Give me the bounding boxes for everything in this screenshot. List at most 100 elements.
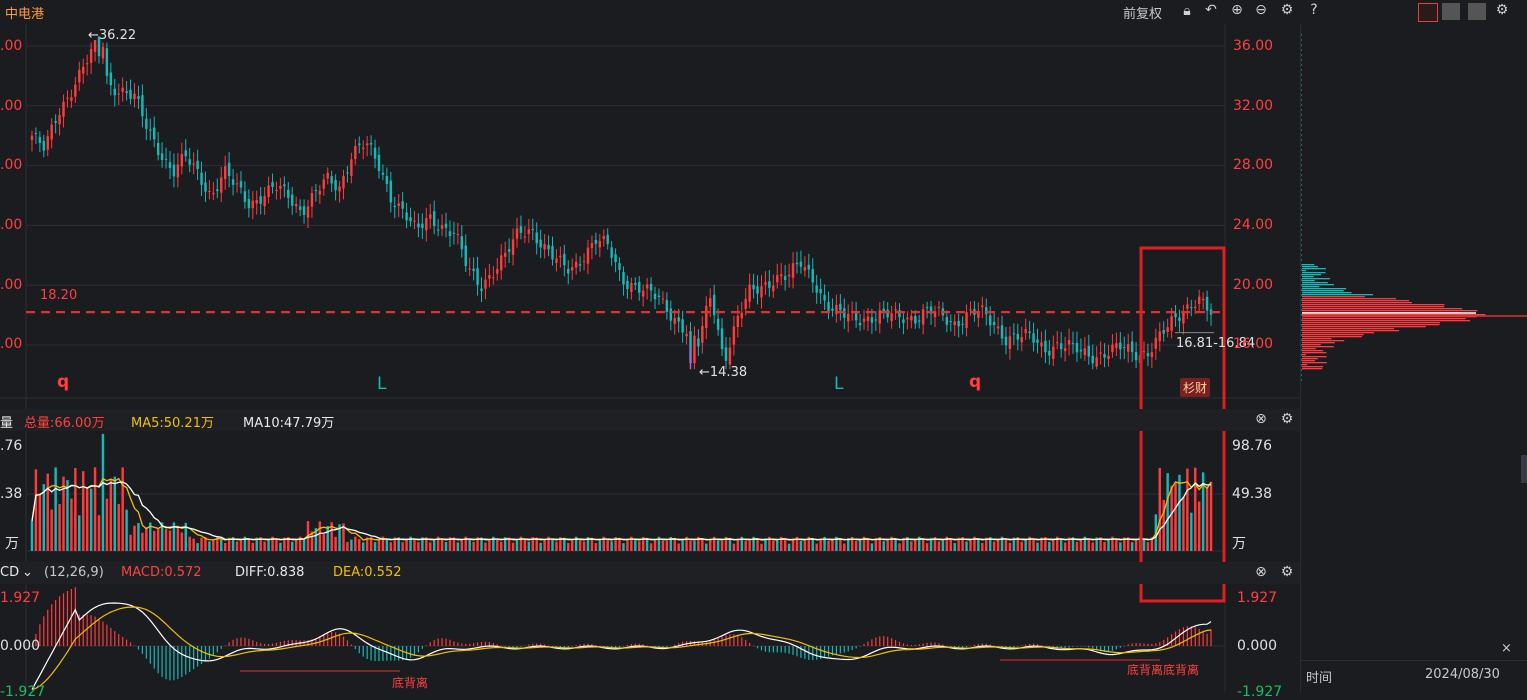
candle-body xyxy=(906,317,909,320)
macd-histogram-bar xyxy=(965,646,968,647)
candle-body xyxy=(50,124,53,140)
settings-icon[interactable]: ⚙ xyxy=(1493,2,1511,18)
volume-bar xyxy=(1209,481,1213,551)
volume-bar xyxy=(294,539,298,551)
zoom-out-icon[interactable]: ⊖ xyxy=(1252,2,1270,18)
macd-axis-tick: 1.927 xyxy=(1237,590,1278,606)
candle-body xyxy=(1000,325,1004,339)
volume-bar xyxy=(460,539,464,551)
candle-body xyxy=(910,315,913,321)
macd-histogram-bar xyxy=(421,646,423,649)
stock-title: 中电港 xyxy=(5,7,45,22)
macd-histogram-bar xyxy=(228,642,230,646)
volume-axis-tick: 49.38 xyxy=(1232,486,1273,502)
volume-bar xyxy=(220,538,223,551)
volume-bar xyxy=(133,525,136,551)
volume-bar xyxy=(949,538,952,551)
gear-icon[interactable]: ⚙ xyxy=(1278,564,1296,580)
volume-bar xyxy=(606,540,609,551)
macd-histogram-bar xyxy=(346,640,349,646)
close-icon[interactable]: ⊗ xyxy=(1252,564,1270,580)
gear-icon[interactable]: ⚙ xyxy=(1278,411,1296,427)
gear-icon[interactable]: ⚙ xyxy=(1278,2,1296,18)
candle-body xyxy=(46,136,49,150)
volume-bar xyxy=(783,538,787,551)
candle-body xyxy=(630,283,633,292)
volume-bar xyxy=(113,476,117,551)
volume-bar xyxy=(1004,538,1008,551)
candle-body xyxy=(484,279,487,289)
candle-body xyxy=(610,247,613,258)
volume-profile-bar xyxy=(1302,266,1318,268)
scrollbar-handle[interactable] xyxy=(1521,455,1527,483)
help-icon[interactable]: ? xyxy=(1305,2,1323,18)
volume-bar xyxy=(74,468,77,551)
macd-histogram-bar xyxy=(185,646,187,675)
macd-histogram-bar xyxy=(839,646,841,654)
volume-bar xyxy=(622,543,625,551)
candle-body xyxy=(1048,350,1051,356)
candle-body xyxy=(649,283,653,291)
chevron-down-icon[interactable]: ⌄ xyxy=(22,565,33,580)
macd-params[interactable]: (12,26,9) xyxy=(44,565,104,580)
volume-bar xyxy=(799,540,803,551)
layout-play-icon[interactable] xyxy=(1442,3,1460,20)
volume-bar xyxy=(720,540,724,551)
macd-histogram-bar xyxy=(764,646,767,652)
adjust-mode-button[interactable]: 前复权 xyxy=(1123,3,1162,22)
volume-profile-bar xyxy=(1302,360,1316,362)
candle-body xyxy=(1126,344,1130,352)
candle-body xyxy=(133,93,136,100)
candle-body xyxy=(496,269,499,274)
volume-bar xyxy=(472,541,475,551)
candle-body xyxy=(220,177,223,193)
candle-body xyxy=(1115,343,1118,348)
volume-profile-bar xyxy=(1302,350,1324,352)
macd-histogram-bar xyxy=(476,642,479,646)
candle-body xyxy=(618,263,621,270)
candle-body xyxy=(429,214,432,219)
close-icon[interactable]: ⊗ xyxy=(1252,411,1270,427)
layout-play-alt-icon[interactable] xyxy=(1468,3,1486,20)
candle-body xyxy=(720,328,724,350)
candle-body xyxy=(310,192,314,207)
candle-body xyxy=(160,153,164,161)
close-icon[interactable]: × xyxy=(1501,641,1512,656)
candle-body xyxy=(787,274,791,277)
candle-body xyxy=(1024,329,1027,334)
candle-body xyxy=(1170,316,1173,331)
candle-body xyxy=(393,205,396,208)
undo-icon[interactable]: ↶ xyxy=(1202,2,1220,18)
volume-profile-bar xyxy=(1302,292,1352,294)
candle-body xyxy=(227,162,231,177)
volume-bar xyxy=(1146,542,1150,551)
macd-histogram-bar xyxy=(232,639,234,646)
candle-body xyxy=(1182,312,1185,324)
divergence-annotation: 底背离底背离 xyxy=(1127,663,1200,677)
lock-icon[interactable]: 🔒︎ xyxy=(1178,3,1196,19)
macd-histogram-bar xyxy=(193,646,195,670)
macd-histogram-bar xyxy=(926,642,928,646)
candle-body xyxy=(685,333,688,337)
volume-bar xyxy=(1103,542,1106,551)
candle-body xyxy=(673,318,676,324)
volume-bar xyxy=(145,527,148,551)
volume-bar xyxy=(705,543,708,551)
volume-bar xyxy=(263,541,266,551)
candle-body xyxy=(515,228,519,239)
volume-bar xyxy=(373,542,377,551)
macd-axis-tick: 0.000 xyxy=(1237,638,1278,654)
volume-bar xyxy=(129,534,132,551)
macd-histogram-bar xyxy=(1068,646,1070,648)
event-tag[interactable]: 杉财 xyxy=(1180,378,1211,397)
candle-body xyxy=(1008,336,1012,350)
macd-histogram-bar xyxy=(887,636,889,646)
macd-histogram-bar xyxy=(413,646,416,656)
zoom-in-icon[interactable]: ⊕ xyxy=(1228,2,1246,18)
volume-bar xyxy=(1036,542,1039,551)
volume-profile-chart xyxy=(1300,34,1527,384)
candle-body xyxy=(803,267,807,271)
candle-body xyxy=(472,268,475,271)
layout-list-icon[interactable] xyxy=(1418,3,1438,22)
volume-bar xyxy=(1166,473,1169,551)
